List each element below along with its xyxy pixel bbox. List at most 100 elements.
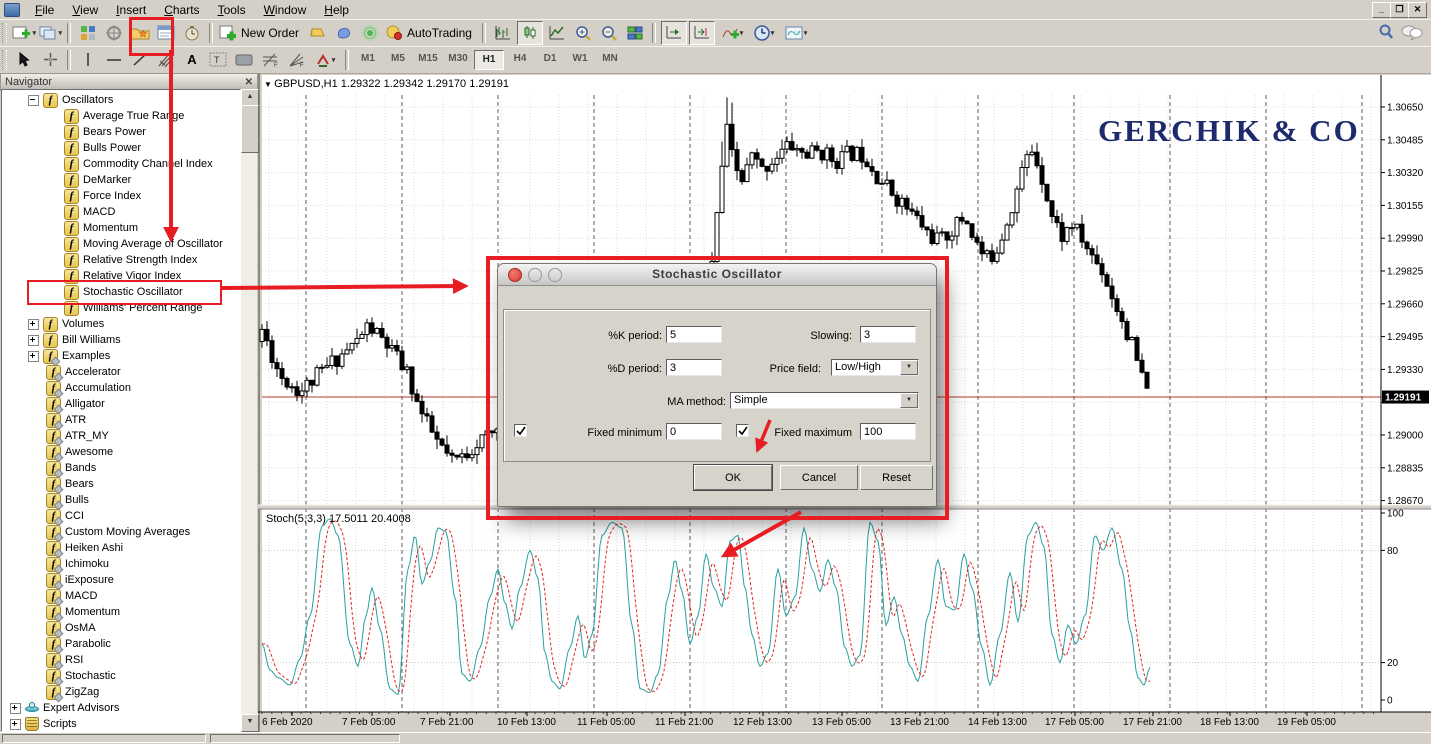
chart-shift-button[interactable] [689, 21, 715, 45]
tree-item-atr[interactable]: fATR [2, 412, 240, 428]
timeframe-m15-button[interactable]: M15 [414, 50, 442, 68]
tree-item-expert-advisors[interactable]: Expert Advisors [2, 700, 240, 716]
autotrading-button[interactable]: AutoTrading [407, 26, 472, 40]
window-restore-button[interactable]: ❐ [1390, 2, 1409, 18]
timeframe-w1-button[interactable]: W1 [566, 50, 594, 68]
timeframe-h4-button[interactable]: H4 [506, 50, 534, 68]
cursor-button[interactable] [12, 49, 36, 71]
text-button[interactable]: A [180, 49, 204, 71]
time-scale[interactable] [262, 712, 1381, 731]
chart-header[interactable]: ▼ GBPUSD,H1 1.29322 1.29342 1.29170 1.29… [264, 78, 509, 90]
new-order-icon[interactable] [218, 22, 238, 44]
text-label-button[interactable]: T [206, 49, 230, 71]
tree-item-oscillators[interactable]: fOscillators [2, 92, 240, 108]
tree-item-rsi[interactable]: fRSI [2, 652, 240, 668]
window-minimize-button[interactable]: _ [1372, 2, 1391, 18]
periods-button[interactable]: ▾ [749, 22, 779, 44]
tree-item-demarker[interactable]: fDeMarker [2, 172, 240, 188]
expand-icon[interactable] [28, 319, 39, 330]
menu-charts[interactable]: Charts [155, 1, 208, 19]
zoom-in-button[interactable] [571, 22, 595, 44]
new-chart-button[interactable]: ▾ [12, 22, 36, 44]
tree-item-custom-moving-averages[interactable]: fCustom Moving Averages [2, 524, 240, 540]
timeframe-m1-button[interactable]: M1 [354, 50, 382, 68]
tree-item-momentum[interactable]: fMomentum [2, 604, 240, 620]
tree-item-cci[interactable]: fCCI [2, 508, 240, 524]
expand-icon[interactable] [28, 351, 39, 362]
collapse-icon[interactable] [28, 95, 39, 106]
tile-windows-button[interactable] [623, 22, 647, 44]
tree-item-macd[interactable]: fMACD [2, 588, 240, 604]
tree-item-awesome[interactable]: fAwesome [2, 444, 240, 460]
tree-item-relative-strength-index[interactable]: fRelative Strength Index [2, 252, 240, 268]
expand-icon[interactable] [28, 335, 39, 346]
search-icon[interactable] [1374, 21, 1398, 43]
tree-item-atr-my[interactable]: fATR_MY [2, 428, 240, 444]
tree-item-iexposure[interactable]: fiExposure [2, 572, 240, 588]
market-watch-button[interactable] [76, 22, 100, 44]
new-order-button[interactable]: New Order [241, 26, 299, 40]
toolbar-grip[interactable] [2, 23, 7, 43]
tree-item-bands[interactable]: fBands [2, 460, 240, 476]
chart-line-button[interactable] [545, 22, 569, 44]
timeframe-m5-button[interactable]: M5 [384, 50, 412, 68]
vertical-line-button[interactable] [76, 49, 100, 71]
tree-item-moving-average-of-oscillator[interactable]: fMoving Average of Oscillator [2, 236, 240, 252]
fibo-retracement-button[interactable]: F [258, 49, 282, 71]
tree-item-commodity-channel-index[interactable]: fCommodity Channel Index [2, 156, 240, 172]
tree-item-parabolic[interactable]: fParabolic [2, 636, 240, 652]
fibo-fan-button[interactable]: F [284, 49, 308, 71]
menu-help[interactable]: Help [315, 1, 358, 19]
chat-icon[interactable] [1400, 21, 1424, 43]
horizontal-line-button[interactable] [102, 49, 126, 71]
toolbar-grip[interactable] [2, 50, 7, 70]
tree-item-bears[interactable]: fBears [2, 476, 240, 492]
window-close-button[interactable]: ✕ [1408, 2, 1427, 18]
menu-insert[interactable]: Insert [107, 1, 155, 19]
data-window-button[interactable] [102, 22, 126, 44]
navigator-close-icon[interactable]: ✕ [245, 77, 253, 88]
timeframe-m30-button[interactable]: M30 [444, 50, 472, 68]
signals-button[interactable] [358, 22, 382, 44]
timeframe-mn-button[interactable]: MN [596, 50, 624, 68]
scroll-thumb[interactable] [241, 105, 259, 153]
chart-bars-button[interactable] [491, 22, 515, 44]
expand-icon[interactable] [10, 703, 21, 714]
mql5-community-button[interactable] [332, 22, 356, 44]
deposit-button[interactable] [306, 22, 330, 44]
menu-tools[interactable]: Tools [209, 1, 255, 19]
tree-item-accelerator[interactable]: fAccelerator [2, 364, 240, 380]
tree-item-bulls[interactable]: fBulls [2, 492, 240, 508]
tree-item-examples[interactable]: fExamples [2, 348, 240, 364]
tree-item-volumes[interactable]: fVolumes [2, 316, 240, 332]
chart-collapse-icon[interactable]: ▼ [264, 80, 274, 89]
tree-item-force-index[interactable]: fForce Index [2, 188, 240, 204]
tree-item-scripts[interactable]: Scripts [2, 716, 240, 732]
tree-item-bears-power[interactable]: fBears Power [2, 124, 240, 140]
menu-view[interactable]: View [63, 1, 107, 19]
price-scale[interactable] [1381, 75, 1431, 712]
tree-item-alligator[interactable]: fAlligator [2, 396, 240, 412]
timeframe-d1-button[interactable]: D1 [536, 50, 564, 68]
tree-item-zigzag[interactable]: fZigZag [2, 684, 240, 700]
tree-item-average-true-range[interactable]: fAverage True Range [2, 108, 240, 124]
scroll-down-icon[interactable]: ▼ [241, 714, 259, 732]
expand-icon[interactable] [10, 719, 21, 730]
tree-item-heiken-ashi[interactable]: fHeiken Ashi [2, 540, 240, 556]
menu-window[interactable]: Window [255, 1, 316, 19]
tree-item-accumulation[interactable]: fAccumulation [2, 380, 240, 396]
tree-item-bulls-power[interactable]: fBulls Power [2, 140, 240, 156]
tree-item-macd[interactable]: fMACD [2, 204, 240, 220]
tree-item-momentum[interactable]: fMomentum [2, 220, 240, 236]
crosshair-button[interactable] [38, 49, 62, 71]
zoom-out-button[interactable] [597, 22, 621, 44]
rectangle-shape-button[interactable] [232, 49, 256, 71]
autotrading-icon[interactable] [384, 22, 404, 44]
tree-item-stochastic[interactable]: fStochastic [2, 668, 240, 684]
auto-scroll-button[interactable] [661, 21, 687, 45]
chart-candles-button[interactable] [517, 21, 543, 45]
menu-file[interactable]: File [26, 1, 63, 19]
strategy-tester-button[interactable] [180, 22, 204, 44]
templates-button[interactable]: ▾ [781, 22, 811, 44]
timeframe-h1-button[interactable]: H1 [474, 50, 504, 70]
